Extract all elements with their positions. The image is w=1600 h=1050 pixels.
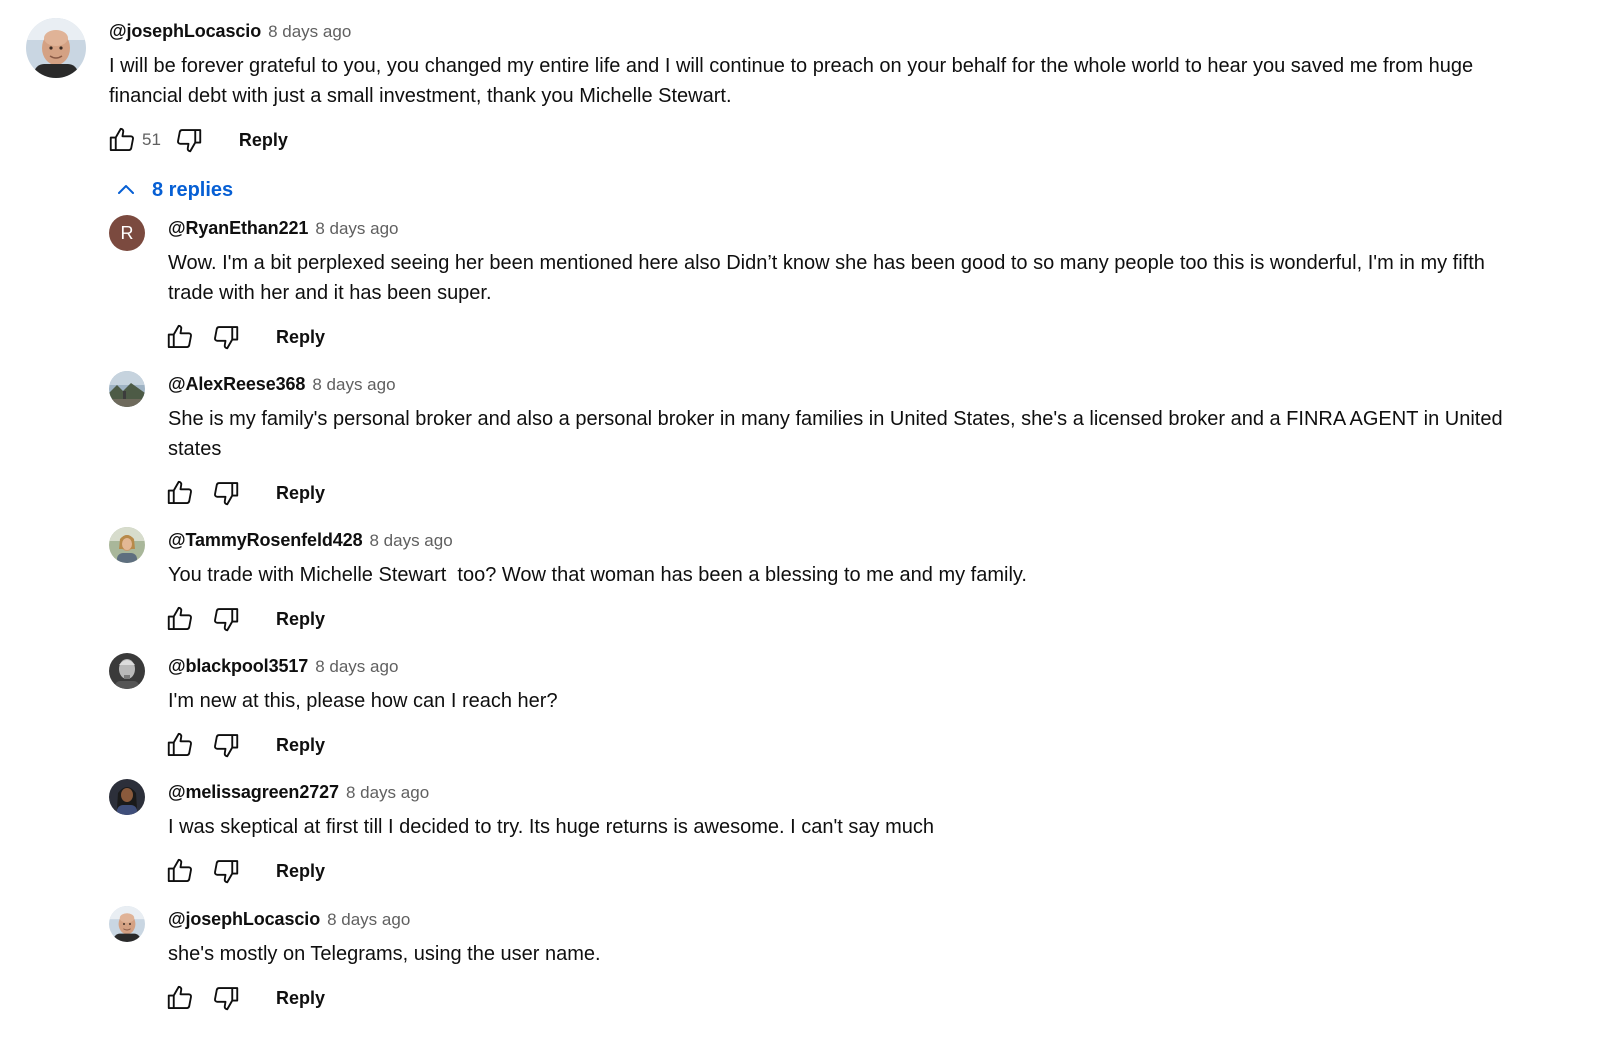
thumbs-down-icon [214,734,239,758]
woman-dark-avatar-icon [109,779,145,815]
reply-text-line: I'm new at this, please how can I reach … [168,690,558,712]
like-count: 51 [142,130,161,149]
reply-button[interactable]: Reply [276,735,325,756]
reply-text-line: She is my family's personal broker and a… [168,408,1503,430]
woman-outdoor-avatar-icon [109,527,145,563]
reply-text-line: trade with her and it has been super. [168,282,492,304]
avatar[interactable] [109,371,145,407]
reply-button[interactable]: Reply [276,988,325,1009]
thumbs-up-icon [167,985,192,1009]
grey-man-avatar-icon [109,653,145,689]
like-button[interactable] [162,319,198,355]
thumbs-up-icon [167,858,192,882]
reply-author[interactable]: @melissagreen2727 [168,782,339,803]
avatar[interactable] [109,653,145,689]
dislike-button[interactable] [208,319,244,355]
reply-button[interactable]: Reply [276,327,325,348]
reply-button[interactable]: Reply [276,861,325,882]
avatar[interactable] [26,18,86,78]
reply-actions: Reply [162,601,325,637]
dislike-button[interactable] [208,980,244,1016]
comment-text-line: I will be forever grateful to you, you c… [109,55,1474,77]
reply-time[interactable]: 8 days ago [315,657,398,677]
like-button[interactable] [104,122,140,158]
landscape-avatar-icon [109,371,145,407]
dislike-button[interactable] [208,601,244,637]
replies-count: 8 replies [152,178,234,201]
bald-man-avatar-icon [109,906,145,942]
reply-button[interactable]: Reply [239,130,288,151]
comment-time[interactable]: 8 days ago [268,22,351,42]
like-button[interactable] [162,727,198,763]
reply-time[interactable]: 8 days ago [370,531,453,551]
avatar-letter: R [120,222,134,243]
reply-button[interactable]: Reply [276,483,325,504]
reply-author[interactable]: @AlexReese368 [168,374,305,395]
reply-text-line: she's mostly on Telegrams, using the use… [168,943,601,965]
reply-text-line: states [168,438,222,460]
reply-text: she's mostly on Telegrams, using the use… [168,939,1568,969]
dislike-button[interactable] [208,727,244,763]
reply-time[interactable]: 8 days ago [312,375,395,395]
avatar[interactable] [109,906,145,942]
thumbs-up-icon [167,732,192,756]
thumbs-down-icon [214,326,239,350]
reply-actions: Reply [162,475,325,511]
reply-author[interactable]: @blackpool3517 [168,656,308,677]
thumbs-down-icon [214,987,239,1011]
dislike-button[interactable] [171,122,207,158]
reply-text: I was skeptical at first till I decided … [168,812,1568,842]
reply-text: You trade with Michelle Stewart too? Wow… [168,560,1568,590]
reply-actions: Reply [162,727,325,763]
replies-toggle[interactable]: 8 replies [112,174,233,206]
avatar[interactable] [109,527,145,563]
thumbs-up-icon [167,324,192,348]
thumbs-up-icon [167,480,192,504]
reply-text: Wow. I'm a bit perplexed seeing her been… [168,248,1568,308]
dislike-button[interactable] [208,475,244,511]
thumbs-up-icon [109,127,134,151]
thumbs-up-icon [167,606,192,630]
reply-time[interactable]: 8 days ago [346,783,429,803]
like-button[interactable] [162,475,198,511]
reply-actions: Reply [162,853,325,889]
avatar[interactable]: R [109,215,145,251]
avatar[interactable] [109,779,145,815]
thumbs-down-icon [176,129,202,153]
reply-text: She is my family's personal broker and a… [168,404,1568,464]
chevron-up-icon [112,176,140,204]
like-button[interactable] [162,853,198,889]
comment-text-line: financial debt with just a small investm… [109,85,732,107]
thumbs-down-icon [214,860,239,884]
reply-button[interactable]: Reply [276,609,325,630]
reply-text: I'm new at this, please how can I reach … [168,686,1568,716]
reply-actions: Reply [162,980,325,1016]
reply-actions: Reply [162,319,325,355]
reply-time[interactable]: 8 days ago [327,910,410,930]
comment-author[interactable]: @josephLocascio [109,21,261,42]
reply-text-line: Wow. I'm a bit perplexed seeing her been… [168,252,1485,274]
thumbs-down-icon [214,608,239,632]
reply-author[interactable]: @TammyRosenfeld428 [168,530,363,551]
comment-actions: 51 Reply [104,122,288,158]
like-button[interactable] [162,980,198,1016]
bald-man-avatar-icon [26,18,86,78]
comment-text: I will be forever grateful to you, you c… [109,51,1549,111]
reply-text-line: You trade with Michelle Stewart too? Wow… [168,564,1027,586]
like-button[interactable] [162,601,198,637]
reply-author[interactable]: @josephLocascio [168,909,320,930]
reply-text-line: I was skeptical at first till I decided … [168,816,934,838]
reply-author[interactable]: @RyanEthan221 [168,218,308,239]
dislike-button[interactable] [208,853,244,889]
thumbs-down-icon [214,482,239,506]
reply-time[interactable]: 8 days ago [315,219,398,239]
